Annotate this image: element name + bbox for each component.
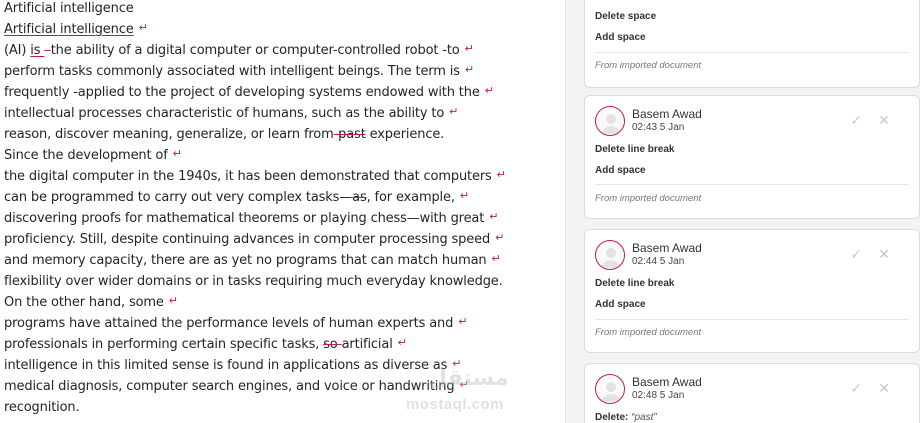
paragraph-mark-icon: ↵: [458, 315, 468, 328]
card-divider: [595, 184, 909, 185]
doc-text-run: proficiency. Still, despite continuing a…: [4, 232, 491, 247]
author-name: Basem Awad: [632, 107, 702, 121]
doc-text-run: perform tasks commonly associated with i…: [4, 64, 460, 79]
author-name: Basem Awad: [632, 375, 702, 389]
doc-line: Artificial intelligence ↵: [4, 19, 559, 40]
watermark-latin: mostaql.com: [406, 396, 505, 413]
doc-line: Since the development of ↵: [4, 145, 559, 166]
paragraph-mark-icon: ↵: [484, 84, 494, 97]
doc-text-run: and memory capacity, there are as yet no…: [4, 253, 487, 268]
close-icon[interactable]: ✕: [878, 246, 890, 263]
doc-text-run: intellectual processes characteristic of…: [4, 106, 445, 121]
doc-text-run: programs have attained the performance l…: [4, 316, 454, 331]
doc-line: frequently -applied to the project of de…: [4, 82, 559, 103]
doc-line: intellectual processes characteristic of…: [4, 103, 559, 124]
change-action: Delete: “past”: [595, 412, 657, 423]
doc-text-run: Since the development of: [4, 148, 168, 163]
paragraph-mark-icon: ↵: [489, 210, 499, 223]
document-canvas[interactable]: Artificial intelligence Artificial intel…: [0, 0, 565, 423]
change-card[interactable]: Basem Awad 02:44 5 Jan ✓ ✕ Delete line b…: [584, 229, 920, 353]
paragraph-mark-icon: ↵: [168, 294, 178, 307]
document-text[interactable]: Artificial intelligence Artificial intel…: [4, 0, 559, 418]
close-icon[interactable]: ✕: [878, 380, 890, 397]
change-source: From imported document: [595, 327, 702, 338]
paragraph-mark-icon: ↵: [491, 252, 501, 265]
change-action-label: Delete:: [595, 412, 629, 423]
doc-line: Artificial intelligence: [4, 1, 134, 16]
doc-line: the digital computer in the 1940s, it ha…: [4, 166, 559, 187]
doc-line: perform tasks commonly associated with i…: [4, 61, 559, 82]
change-action: Delete space: [595, 11, 657, 22]
doc-text-run: discovering proofs for mathematical theo…: [4, 211, 485, 226]
change-action: Add space: [595, 32, 646, 43]
change-source: From imported document: [595, 60, 702, 71]
paragraph-mark-icon: ↵: [449, 105, 459, 118]
card-header: Basem Awad 02:44 5 Jan ✓ ✕: [595, 240, 915, 272]
doc-text-run: the digital computer in the 1940s, it ha…: [4, 169, 492, 184]
doc-text-run: experience.: [365, 127, 445, 142]
card-divider: [595, 319, 909, 320]
check-icon[interactable]: ✓: [850, 246, 862, 263]
doc-text-run: intelligence in this limited sense is fo…: [4, 358, 448, 373]
doc-line: proficiency. Still, despite continuing a…: [4, 229, 559, 250]
doc-text-run: the ability of a digital computer or com…: [50, 43, 460, 58]
change-card[interactable]: Delete space Add space From imported doc…: [584, 0, 920, 88]
change-time: 02:43 5 Jan: [632, 122, 685, 133]
author-name: Basem Awad: [632, 241, 702, 255]
avatar: [595, 240, 625, 270]
card-header: Basem Awad 02:48 5 Jan ✓ ✕: [595, 374, 915, 406]
doc-line: discovering proofs for mathematical theo…: [4, 208, 559, 229]
review-pane[interactable]: Delete space Add space From imported doc…: [565, 0, 920, 423]
doc-text-run: can be programmed to carry out very comp…: [4, 190, 353, 205]
doc-line: can be programmed to carry out very comp…: [4, 187, 559, 208]
paragraph-mark-icon: ↵: [397, 336, 407, 349]
deleted-text[interactable]: -past: [334, 127, 366, 142]
card-divider: [595, 52, 909, 53]
paragraph-mark-icon: ↵: [495, 231, 505, 244]
check-icon[interactable]: ✓: [850, 112, 862, 129]
change-source: From imported document: [595, 193, 702, 204]
change-card[interactable]: Basem Awad 02:48 5 Jan ✓ ✕ Delete: “past…: [584, 363, 920, 423]
inserted-text[interactable]: is: [30, 43, 44, 58]
change-action: Delete line break: [595, 144, 675, 155]
doc-line: On the other hand, some ↵: [4, 292, 559, 313]
check-icon[interactable]: ✓: [850, 380, 862, 397]
doc-line: flexibility over wider domains or in tas…: [4, 274, 503, 289]
doc-line: professionals in performing certain spec…: [4, 334, 559, 355]
paragraph-mark-icon: ↵: [496, 168, 506, 181]
doc-line: reason, discover meaning, generalize, or…: [4, 124, 559, 145]
avatar: [595, 106, 625, 136]
mostaql-watermark: مستقل mostaql.com: [404, 366, 520, 416]
doc-text-run: medical diagnosis, computer search engin…: [4, 379, 455, 394]
change-action: Delete line break: [595, 278, 675, 289]
doc-text-run: professionals in performing certain spec…: [4, 337, 324, 352]
deleted-text[interactable]: so: [323, 337, 341, 352]
doc-line: and memory capacity, there are as yet no…: [4, 250, 559, 271]
card-header: Basem Awad 02:43 5 Jan ✓ ✕: [595, 106, 915, 138]
doc-text-run: frequently -applied to the project of de…: [4, 85, 480, 100]
change-card[interactable]: Basem Awad 02:43 5 Jan ✓ ✕ Delete line b…: [584, 95, 920, 219]
doc-text-run: On the other hand, some: [4, 295, 164, 310]
change-action-quote: “past”: [631, 412, 657, 423]
paragraph-mark-icon: ↵: [464, 63, 474, 76]
doc-text-run: reason, discover meaning, generalize, or…: [4, 127, 334, 142]
deleted-text[interactable]: as: [352, 190, 367, 205]
close-icon[interactable]: ✕: [878, 112, 890, 129]
doc-text-run: , for example,: [366, 190, 455, 205]
paragraph-mark-icon: ↵: [464, 42, 474, 55]
doc-line: (AI) is –the ability of a digital comput…: [4, 40, 559, 61]
paragraph-mark-icon: ↵: [459, 189, 469, 202]
change-action: Add space: [595, 165, 646, 176]
change-time: 02:48 5 Jan: [632, 390, 685, 401]
doc-text-run: artificial: [341, 337, 393, 352]
change-time: 02:44 5 Jan: [632, 256, 685, 267]
paragraph-mark-icon: ↵: [138, 21, 148, 34]
inserted-text[interactable]: Artificial intelligence: [4, 22, 134, 37]
watermark-arabic: مستقل: [428, 366, 509, 391]
paragraph-mark-icon: ↵: [172, 147, 182, 160]
avatar: [595, 374, 625, 404]
doc-line: programs have attained the performance l…: [4, 313, 559, 334]
change-action: Add space: [595, 299, 646, 310]
